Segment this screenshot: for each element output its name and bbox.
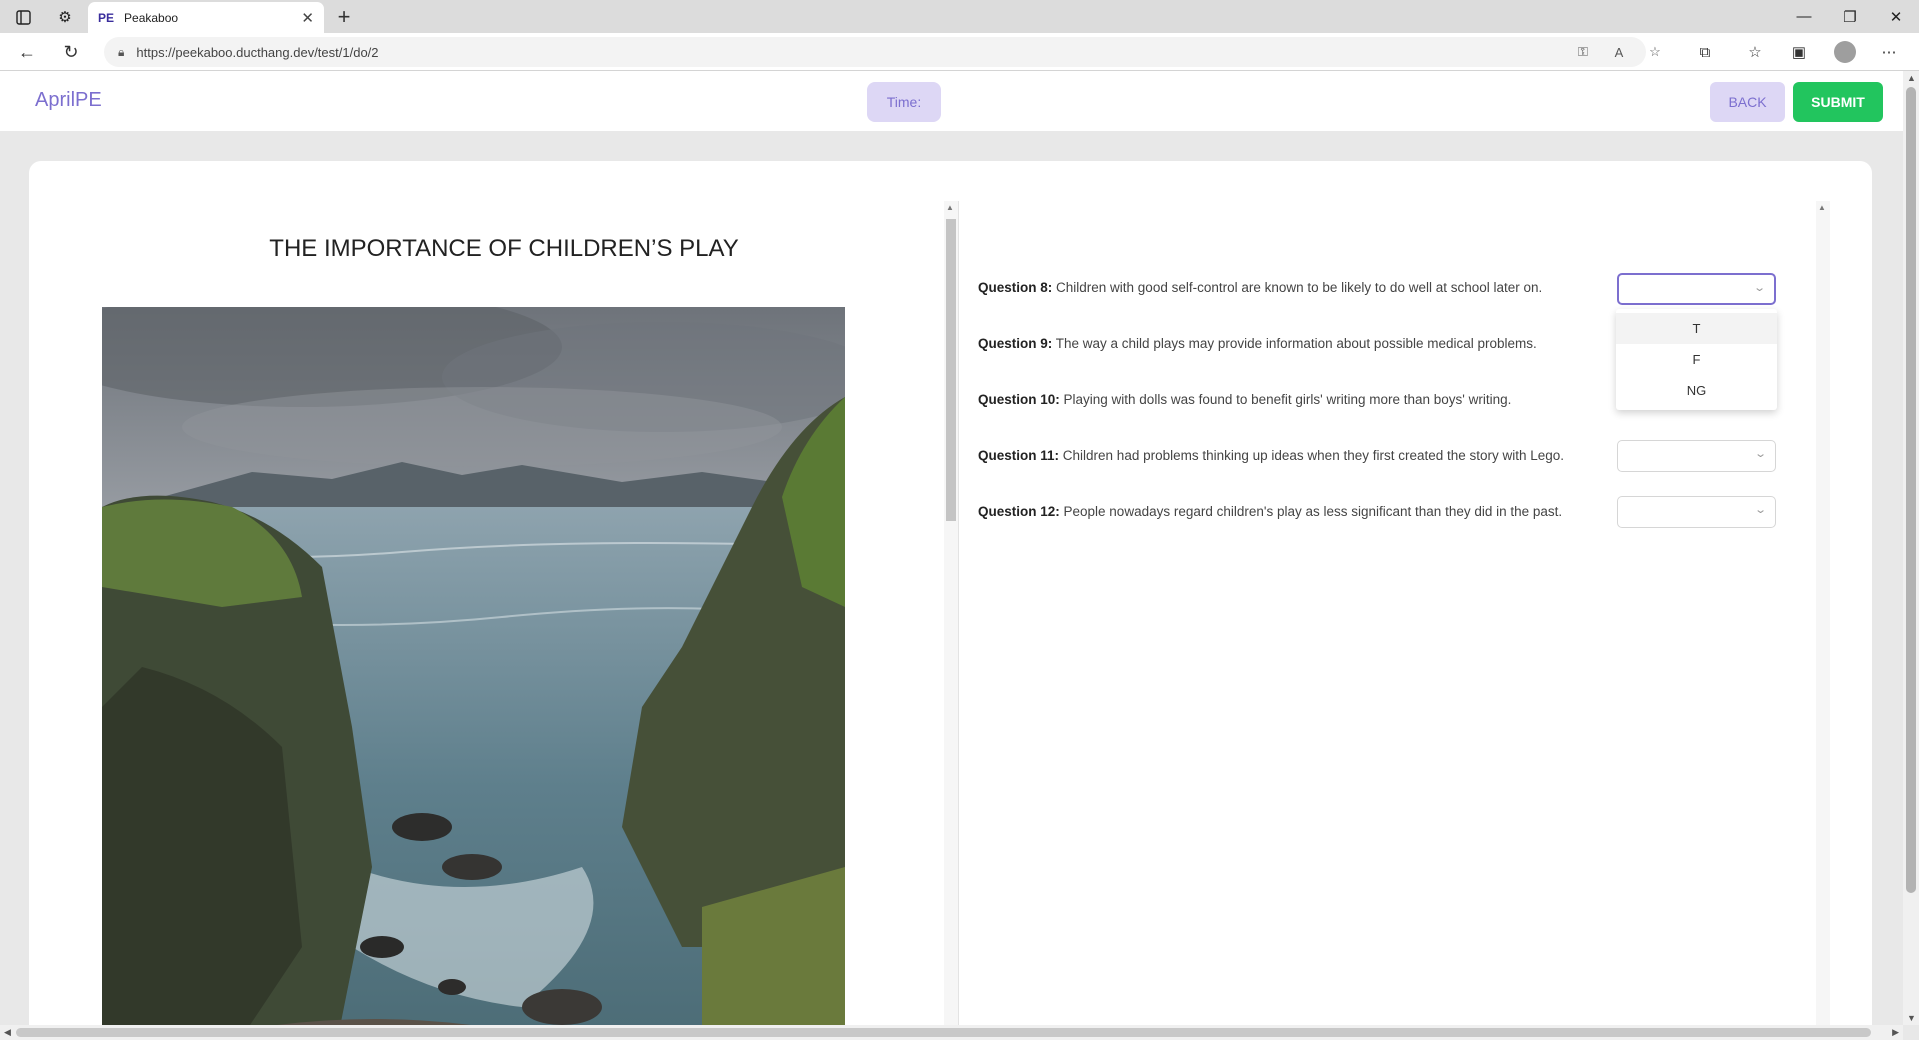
option-t[interactable]: T: [1616, 313, 1777, 344]
answer-select-q8[interactable]: ⌄: [1617, 273, 1776, 305]
question-text: The way a child plays may provide inform…: [1052, 336, 1537, 351]
scroll-up-arrow-icon[interactable]: ▲: [1907, 73, 1916, 83]
question-10: Question 10: Playing with dolls was foun…: [978, 391, 1598, 409]
lock-icon[interactable]: 🔒︎: [118, 45, 124, 60]
scroll-left-arrow-icon[interactable]: ◀: [4, 1027, 11, 1038]
scroll-up-arrow-icon[interactable]: ▲: [1818, 203, 1826, 212]
question-12: Question 12: People nowadays regard chil…: [978, 503, 1598, 521]
tab-title: Peakaboo: [124, 10, 179, 25]
timer-badge: Time:: [867, 82, 941, 122]
option-ng[interactable]: NG: [1616, 375, 1777, 406]
window-horizontal-scrollbar[interactable]: ◀ ▶: [0, 1025, 1903, 1040]
window-scroll-thumb[interactable]: [1906, 87, 1916, 893]
question-text: Children had problems thinking up ideas …: [1059, 448, 1565, 463]
chevron-down-icon: ⌄: [1753, 448, 1767, 460]
answer-dropdown-menu: T F NG: [1616, 309, 1777, 410]
window-close-button[interactable]: ✕: [1873, 0, 1919, 33]
scroll-up-arrow-icon[interactable]: ▲: [946, 203, 954, 212]
favorite-add-icon[interactable]: ☆: [1644, 42, 1666, 62]
option-f[interactable]: F: [1616, 344, 1777, 375]
key-icon[interactable]: ⚿: [1572, 42, 1594, 62]
question-label: Question 11:: [978, 448, 1060, 463]
question-9: Question 9: The way a child plays may pr…: [978, 335, 1598, 353]
answer-select-q11[interactable]: ⌄: [1617, 440, 1776, 472]
question-label: Question 10:: [978, 392, 1060, 407]
browser-tabstrip: ⚙ PE Peakaboo ✕ + — ❐ ✕: [0, 0, 1919, 33]
browser-tab[interactable]: PE Peakaboo ✕: [88, 2, 324, 33]
page: AprilPE Time: BACK SUBMIT THE IMPORTANCE…: [0, 71, 1903, 1025]
url-text: https://peekaboo.ducthang.dev/test/1/do/…: [136, 44, 379, 60]
read-aloud-icon[interactable]: A: [1608, 42, 1630, 62]
favorites-icon[interactable]: ☆: [1742, 40, 1768, 64]
answer-select-q12[interactable]: ⌄: [1617, 496, 1776, 528]
pane-divider: [958, 201, 959, 1025]
address-bar[interactable]: 🔒︎ https://peekaboo.ducthang.dev/test/1/…: [104, 37, 1661, 67]
question-label: Question 12:: [978, 504, 1060, 519]
passage-title: THE IMPORTANCE OF CHILDREN’S PLAY: [269, 235, 739, 262]
scroll-right-arrow-icon[interactable]: ▶: [1892, 1027, 1899, 1038]
tab-actions-icon[interactable]: [8, 4, 38, 30]
question-11: Question 11: Children had problems think…: [978, 447, 1598, 465]
question-text: People nowadays regard children's play a…: [1059, 504, 1563, 519]
back-arrow-icon[interactable]: ←: [12, 37, 42, 67]
new-tab-icon[interactable]: +: [330, 4, 358, 30]
passage-scrollbar[interactable]: ▲: [944, 201, 958, 1025]
minimize-button[interactable]: —: [1781, 0, 1827, 33]
passage-scroll-thumb[interactable]: [946, 219, 956, 521]
question-text: Children with good self-control are know…: [1052, 280, 1543, 295]
questions-scrollbar[interactable]: ▲: [1816, 201, 1830, 1025]
passage-image: [102, 307, 845, 1025]
scroll-down-arrow-icon[interactable]: ▼: [1907, 1013, 1916, 1023]
profile-icon[interactable]: [1834, 41, 1856, 63]
passage-pane: THE IMPORTANCE OF CHILDREN’S PLAY: [29, 201, 944, 1025]
tab-favicon: PE: [98, 10, 115, 25]
extensions-icon[interactable]: ⧉: [1692, 40, 1718, 64]
browser-toolbar: ← ↻ 🔒︎ https://peekaboo.ducthang.dev/tes…: [0, 33, 1919, 71]
question-text: Playing with dolls was found to benefit …: [1059, 392, 1512, 407]
settings-icon[interactable]: ⚙: [50, 4, 80, 30]
restore-button[interactable]: ❐: [1827, 0, 1873, 33]
close-icon[interactable]: ✕: [301, 9, 314, 27]
question-label: Question 8:: [978, 280, 1053, 295]
question-label: Question 9:: [978, 336, 1053, 351]
chevron-down-icon: ⌄: [1753, 504, 1767, 516]
back-button[interactable]: BACK: [1710, 82, 1785, 122]
question-8: Question 8: Children with good self-cont…: [978, 279, 1598, 297]
chevron-down-icon: ⌄: [1752, 282, 1766, 294]
window-hscroll-thumb[interactable]: [16, 1028, 1871, 1037]
window-vertical-scrollbar[interactable]: ▲ ▼: [1903, 71, 1919, 1025]
brand-logo[interactable]: AprilPE: [35, 89, 102, 112]
app-header: AprilPE Time: BACK SUBMIT: [0, 71, 1903, 131]
more-icon[interactable]: ⋯: [1876, 40, 1902, 64]
refresh-icon[interactable]: ↻: [56, 37, 86, 67]
test-card: THE IMPORTANCE OF CHILDREN’S PLAY ▲ Ques…: [29, 161, 1872, 1025]
collections-icon[interactable]: ▣: [1786, 40, 1812, 64]
submit-button[interactable]: SUBMIT: [1793, 82, 1883, 122]
